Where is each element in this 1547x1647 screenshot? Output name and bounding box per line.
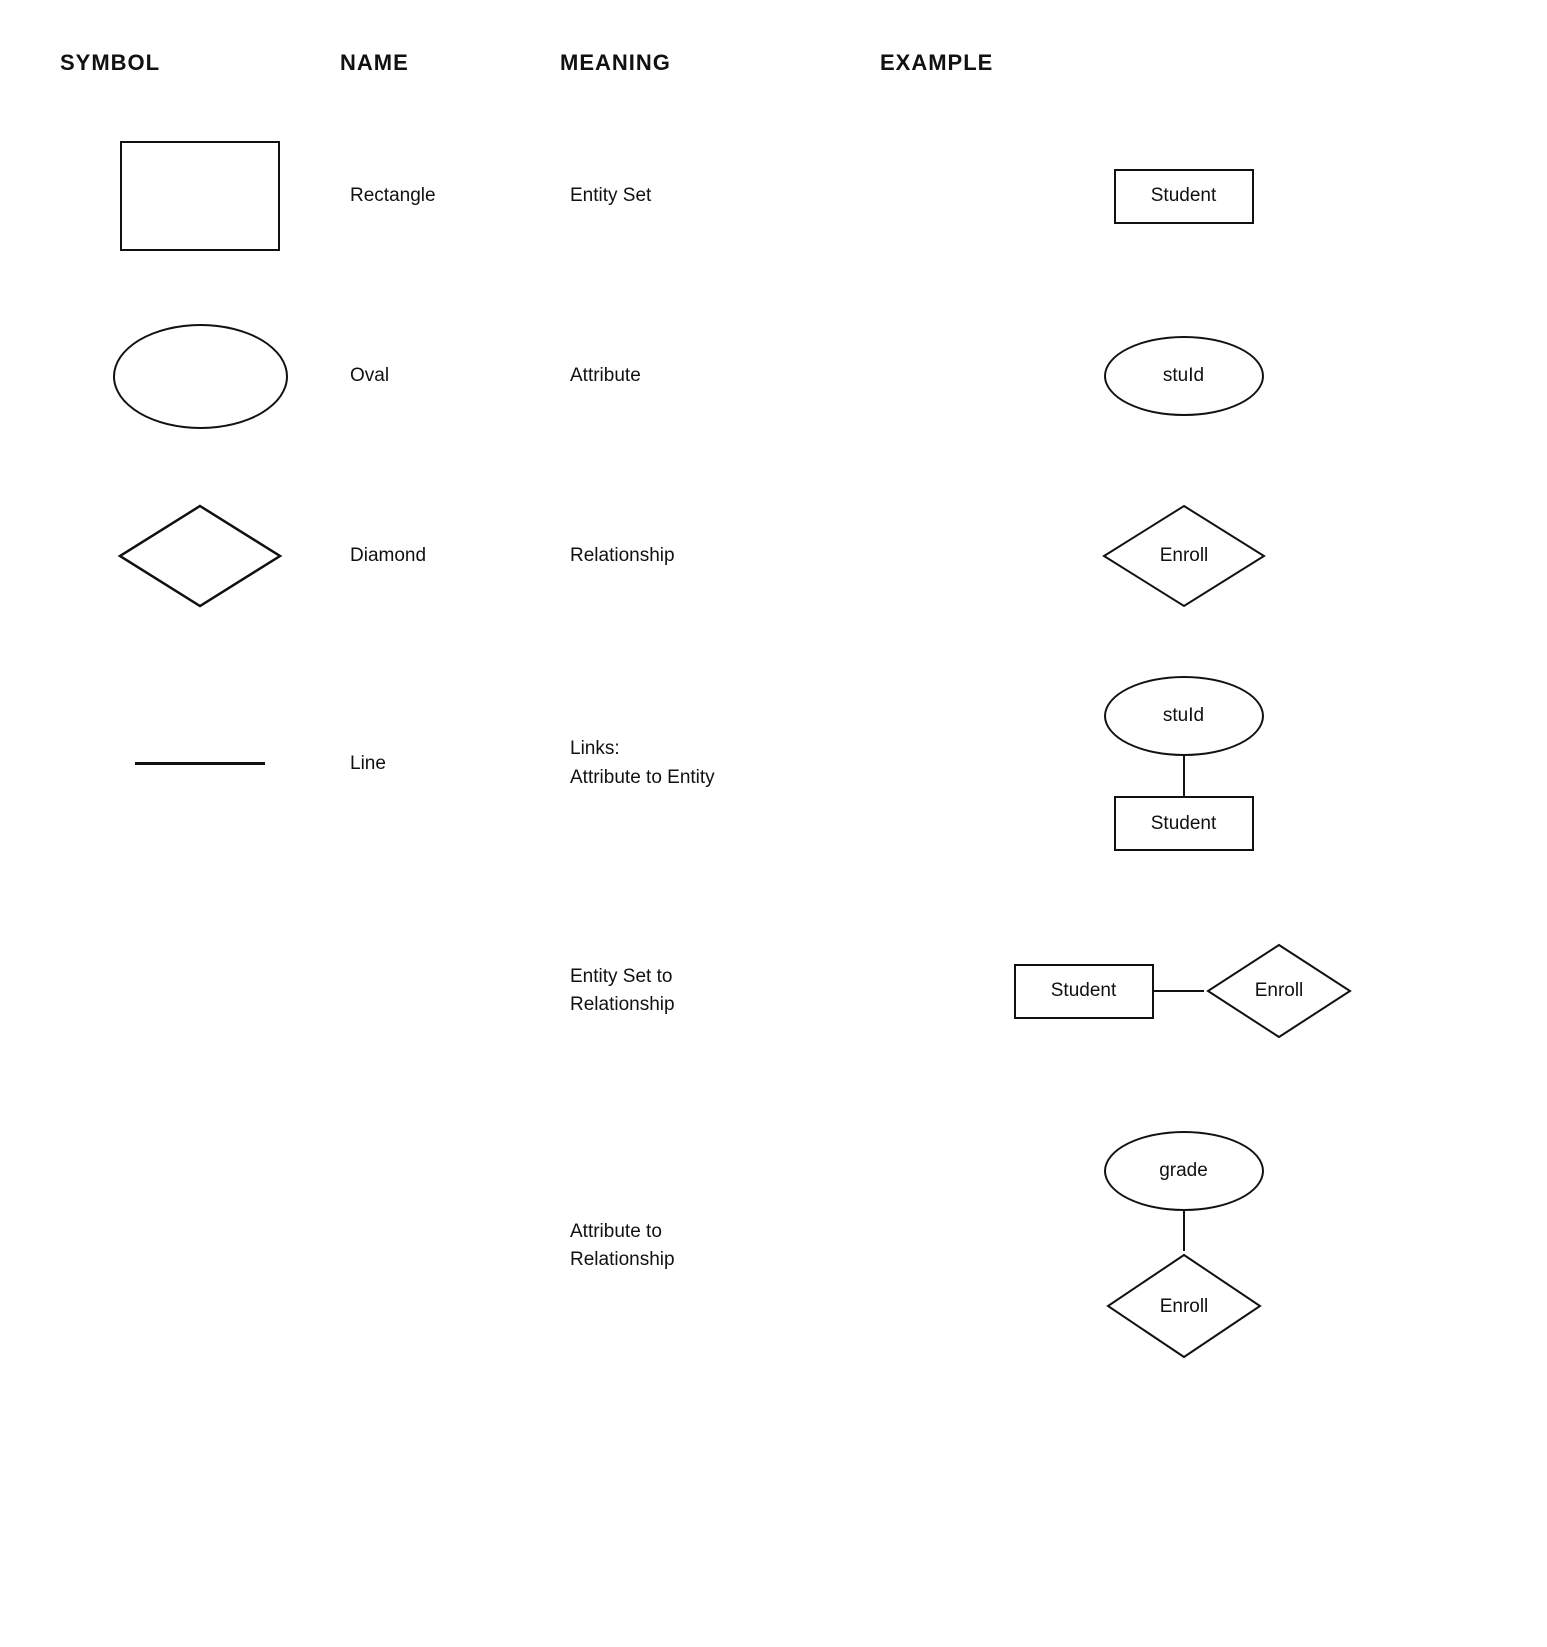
row-entity-rel: Entity Set toRelationship Student Enroll (60, 911, 1487, 1071)
example-attr-rel: grade Enroll (880, 1111, 1487, 1381)
row-oval: Oval Attribute stuId (60, 296, 1487, 456)
attr-rel-diamond: Enroll (1104, 1251, 1264, 1361)
example-rectangle: Student (880, 149, 1487, 244)
entity-rel-rect-label: Student (1051, 980, 1117, 1002)
meaning-entity-rel-text: Entity Set toRelationship (570, 963, 675, 1020)
entity-rel-rect: Student (1014, 964, 1154, 1019)
symbol-line (60, 742, 340, 785)
attr-rel-example-group: grade Enroll (1104, 1131, 1264, 1361)
header-meaning: MEANING (560, 40, 880, 86)
svg-text:Enroll: Enroll (1159, 1296, 1208, 1317)
line-example-oval-label: stuId (1163, 705, 1204, 727)
meaning-rectangle: Entity Set (560, 185, 880, 207)
rectangle-shape (120, 141, 280, 251)
row-attr-rel: Attribute toRelationship grade Enroll (60, 1111, 1487, 1381)
header-symbol: SYMBOL (60, 40, 340, 86)
row-rectangle: Rectangle Entity Set Student (60, 116, 1487, 276)
svg-text:Enroll: Enroll (1159, 545, 1208, 566)
diamond-shape (115, 501, 285, 611)
example-oval-shape: stuId (1104, 336, 1264, 416)
svg-text:Enroll: Enroll (1254, 980, 1303, 1001)
example-diamond-shape: Enroll (1099, 501, 1269, 611)
meaning-attr-rel-text: Attribute toRelationship (570, 1218, 675, 1275)
line-example-rect-label: Student (1151, 813, 1217, 835)
meaning-attr-rel: Attribute toRelationship (560, 1218, 880, 1275)
symbol-oval (60, 304, 340, 449)
line-example-oval: stuId (1104, 676, 1264, 756)
example-entity-rel: Student Enroll (880, 921, 1487, 1061)
entity-rel-diamond: Enroll (1204, 941, 1354, 1041)
entity-rel-connector (1154, 990, 1204, 992)
row-line: Line Links:Attribute to Entity stuId Stu… (60, 656, 1487, 871)
meaning-line-text: Links:Attribute to Entity (570, 735, 715, 792)
attr-rel-connector (1183, 1211, 1185, 1251)
line-example-rect: Student (1114, 796, 1254, 851)
example-oval: stuId (880, 316, 1487, 436)
example-oval-label: stuId (1163, 365, 1204, 387)
name-rectangle: Rectangle (340, 185, 560, 207)
meaning-entity-rel: Entity Set toRelationship (560, 963, 880, 1020)
symbol-rectangle (60, 121, 340, 271)
header-name: NAME (340, 40, 560, 86)
page: SYMBOL NAME MEANING EXAMPLE Rectangle En… (0, 0, 1547, 1441)
example-rect-label: Student (1151, 185, 1217, 207)
header-row: SYMBOL NAME MEANING EXAMPLE (60, 40, 1487, 86)
attr-rel-oval: grade (1104, 1131, 1264, 1211)
attr-rel-oval-label: grade (1159, 1160, 1208, 1182)
name-oval: Oval (340, 365, 560, 387)
header-example: EXAMPLE (880, 40, 1487, 86)
line-example-group: stuId Student (1104, 676, 1264, 851)
oval-shape (113, 324, 288, 429)
example-diamond: Enroll (880, 481, 1487, 631)
entity-rel-example-group: Student Enroll (1014, 941, 1354, 1041)
symbol-diamond (60, 481, 340, 631)
meaning-oval: Attribute (560, 365, 880, 387)
row-diamond: Diamond Relationship Enroll (60, 476, 1487, 636)
meaning-diamond: Relationship (560, 545, 880, 567)
line-connector-vertical (1183, 756, 1185, 796)
name-diamond: Diamond (340, 545, 560, 567)
name-line: Line (340, 753, 560, 775)
example-line: stuId Student (880, 656, 1487, 871)
example-rect-shape: Student (1114, 169, 1254, 224)
meaning-line: Links:Attribute to Entity (560, 735, 880, 792)
line-shape (135, 762, 265, 765)
